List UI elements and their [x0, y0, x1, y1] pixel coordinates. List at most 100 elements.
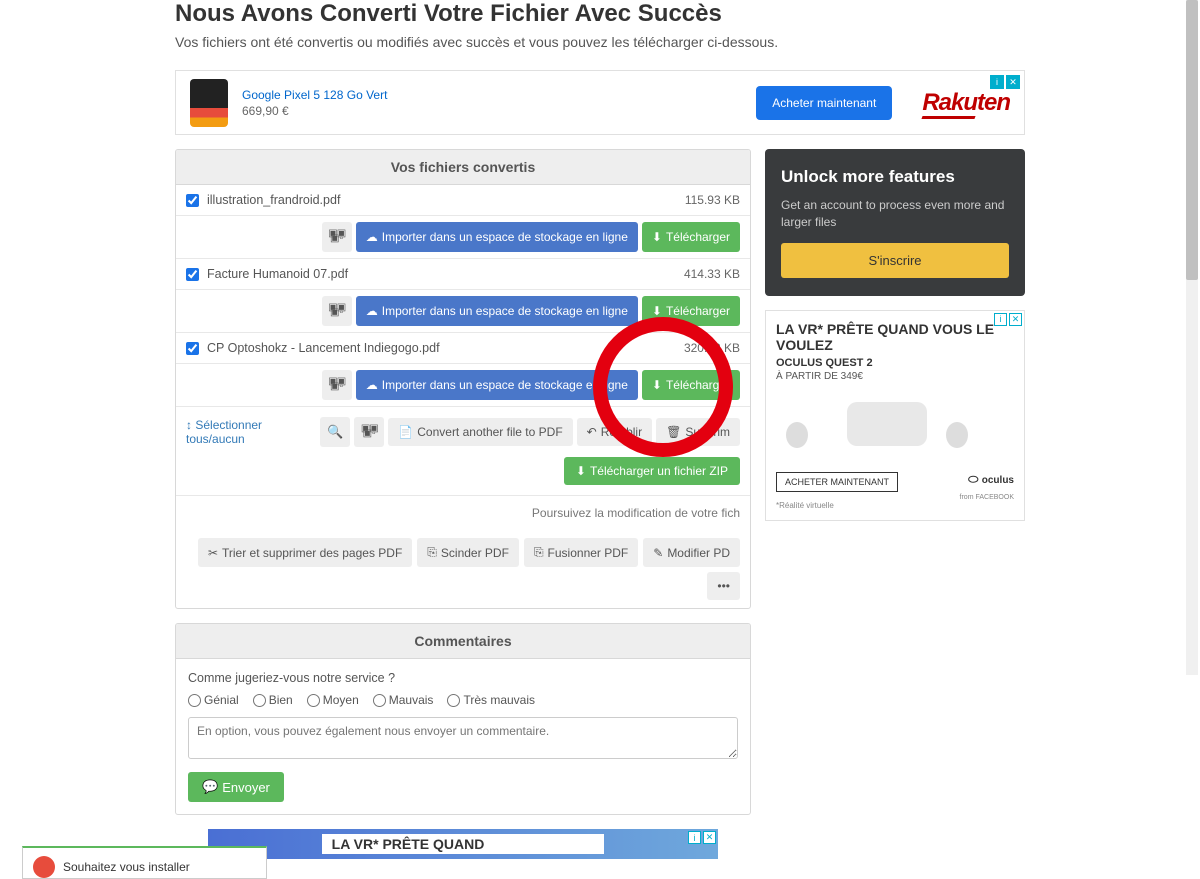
import-cloud-button[interactable]: ☁Importer dans un espace de stockage en … [356, 222, 638, 252]
merge-icon: ⎘ [534, 545, 544, 560]
rating-options: Génial Bien Moyen Mauvais Très mauvais [188, 693, 738, 707]
side-ad-title: LA VR* PRÊTE QUAND VOUS LE VOULEZ [776, 321, 1014, 353]
comment-textarea[interactable] [188, 717, 738, 759]
qr-button[interactable]: ▣▣▣▫ [322, 370, 352, 400]
ad-top[interactable]: Google Pixel 5 128 Go Vert 669,90 € Ache… [175, 70, 1025, 135]
continue-editing-text: Poursuivez la modification de votre fich [176, 496, 750, 530]
side-ad-brand: oculus [968, 472, 1014, 487]
rating-option[interactable]: Très mauvais [447, 693, 535, 707]
cloud-icon: ☁ [366, 378, 378, 392]
download-button[interactable]: ⬇Télécharger [642, 370, 740, 400]
edit-icon: ✎ [653, 546, 663, 560]
scrollbar-thumb[interactable] [1186, 0, 1198, 280]
comments-panel: Commentaires Comme jugeriez-vous notre s… [175, 623, 751, 815]
download-icon: ⬇ [652, 230, 662, 244]
install-text: Souhaitez vous installer [63, 860, 190, 874]
import-cloud-button[interactable]: ☁Importer dans un espace de stockage en … [356, 296, 638, 326]
file-row: illustration_frandroid.pdf 115.93 KB [176, 185, 750, 216]
chat-icon: 💬 [202, 779, 218, 795]
qr-button[interactable]: ▣▣▣▫ [322, 222, 352, 252]
side-ad-buy[interactable]: ACHETER MAINTENANT [776, 472, 898, 492]
ad-close-icon[interactable]: ✕ [1006, 75, 1020, 89]
files-panel-header: Vos fichiers convertis [176, 150, 750, 185]
ad-close-icon[interactable]: ✕ [703, 831, 716, 844]
ad-product-image [190, 79, 228, 127]
ad-product-price: 669,90 € [242, 104, 756, 118]
split-pdf-button[interactable]: ⎘Scinder PDF [417, 538, 519, 567]
rating-option[interactable]: Génial [188, 693, 239, 707]
import-cloud-button[interactable]: ☁Importer dans un espace de stockage en … [356, 370, 638, 400]
scrollbar[interactable] [1186, 0, 1198, 675]
download-button[interactable]: ⬇Télécharger [642, 222, 740, 252]
unlock-desc: Get an account to process even more and … [781, 197, 1009, 231]
side-ad-from: from FACEBOOK [960, 494, 1014, 501]
unlock-box: Unlock more features Get an account to p… [765, 149, 1025, 296]
file-size: 115.93 KB [685, 193, 740, 207]
select-all-link[interactable]: ↕ Sélectionner tous/aucun [186, 418, 316, 446]
trash-icon: 🗑 [666, 425, 681, 439]
ad-info-icon[interactable]: i [688, 831, 701, 844]
download-icon: ⬇ [652, 304, 662, 318]
unlock-title: Unlock more features [781, 167, 1009, 187]
delete-button[interactable]: 🗑Supprim [656, 418, 740, 446]
convert-another-button[interactable]: 📄Convert another file to PDF [388, 418, 572, 446]
scissors-icon: ✂ [208, 546, 218, 560]
ad-close-icon[interactable]: ✕ [1009, 313, 1022, 326]
cloud-icon: ☁ [366, 304, 378, 318]
ad-buy-button[interactable]: Acheter maintenant [756, 86, 892, 120]
ad-info-icon[interactable]: i [994, 313, 1007, 326]
rating-option[interactable]: Moyen [307, 693, 359, 707]
more-button[interactable]: ••• [707, 572, 740, 600]
rating-question: Comme jugeriez-vous notre service ? [188, 671, 738, 685]
file-checkbox[interactable] [186, 194, 199, 207]
download-icon: ⬇ [576, 464, 586, 478]
page-title: Nous Avons Converti Votre Fichier Avec S… [175, 0, 1025, 28]
file-name: illustration_frandroid.pdf [207, 193, 685, 207]
file-row: CP Optoshokz - Lancement Indiegogo.pdf 3… [176, 333, 750, 364]
modify-pdf-button[interactable]: ✎Modifier PD [643, 538, 740, 567]
signup-button[interactable]: S'inscrire [781, 243, 1009, 278]
side-ad-sub1: OCULUS QUEST 2 [776, 357, 1014, 369]
files-panel: Vos fichiers convertis illustration_fran… [175, 149, 751, 609]
ad-bottom-text: LA VR* PRÊTE QUAND [322, 834, 605, 854]
qr-icon: ▣▣▣▫ [328, 232, 345, 242]
qr-icon: ▣▣▣▫ [328, 306, 345, 316]
ad-bottom[interactable]: LA VR* PRÊTE QUAND i✕ [208, 829, 718, 859]
file-name: Facture Humanoid 07.pdf [207, 267, 684, 281]
ad-brand: Rakuten [922, 89, 1010, 117]
install-popup[interactable]: Souhaitez vous installer [22, 846, 267, 879]
rating-option[interactable]: Mauvais [373, 693, 434, 707]
undo-icon: ↶ [587, 425, 597, 439]
merge-pdf-button[interactable]: ⎘Fusionner PDF [524, 538, 638, 567]
ad-info-icon[interactable]: i [990, 75, 1004, 89]
file-name: CP Optoshokz - Lancement Indiegogo.pdf [207, 341, 684, 355]
qr-button[interactable]: ▣▣▣▫ [322, 296, 352, 326]
file-size: 414.33 KB [684, 267, 740, 281]
search-icon: 🔍 [327, 424, 343, 440]
sort-pages-button[interactable]: ✂Trier et supprimer des pages PDF [198, 538, 412, 567]
ad-side[interactable]: i✕ LA VR* PRÊTE QUAND VOUS LE VOULEZ OCU… [765, 310, 1025, 521]
rating-option[interactable]: Bien [253, 693, 293, 707]
comments-header: Commentaires [176, 624, 750, 659]
file-row: Facture Humanoid 07.pdf 414.33 KB [176, 259, 750, 290]
search-button[interactable]: 🔍 [320, 417, 350, 447]
restore-button[interactable]: ↶Rétablir [577, 418, 652, 446]
side-ad-image [776, 392, 1014, 462]
send-button[interactable]: 💬Envoyer [188, 772, 284, 802]
file-checkbox[interactable] [186, 268, 199, 281]
install-icon [33, 856, 55, 878]
download-button[interactable]: ⬇Télécharger [642, 296, 740, 326]
ad-product-name: Google Pixel 5 128 Go Vert [242, 88, 756, 102]
qr-button[interactable]: ▣▣▣▫ [354, 417, 384, 447]
qr-icon: ▣▣▣▫ [361, 427, 378, 437]
qr-icon: ▣▣▣▫ [328, 380, 345, 390]
file-checkbox[interactable] [186, 342, 199, 355]
file-icon: 📄 [398, 425, 413, 439]
download-icon: ⬇ [652, 378, 662, 392]
side-ad-sub2: À PARTIR DE 349€ [776, 371, 1014, 382]
cloud-icon: ☁ [366, 230, 378, 244]
page-subtitle: Vos fichiers ont été convertis ou modifi… [175, 34, 1025, 50]
file-size: 320.92 KB [684, 341, 740, 355]
download-zip-button[interactable]: ⬇Télécharger un fichier ZIP [564, 457, 740, 485]
side-ad-note: *Réalité virtuelle [776, 501, 1014, 510]
